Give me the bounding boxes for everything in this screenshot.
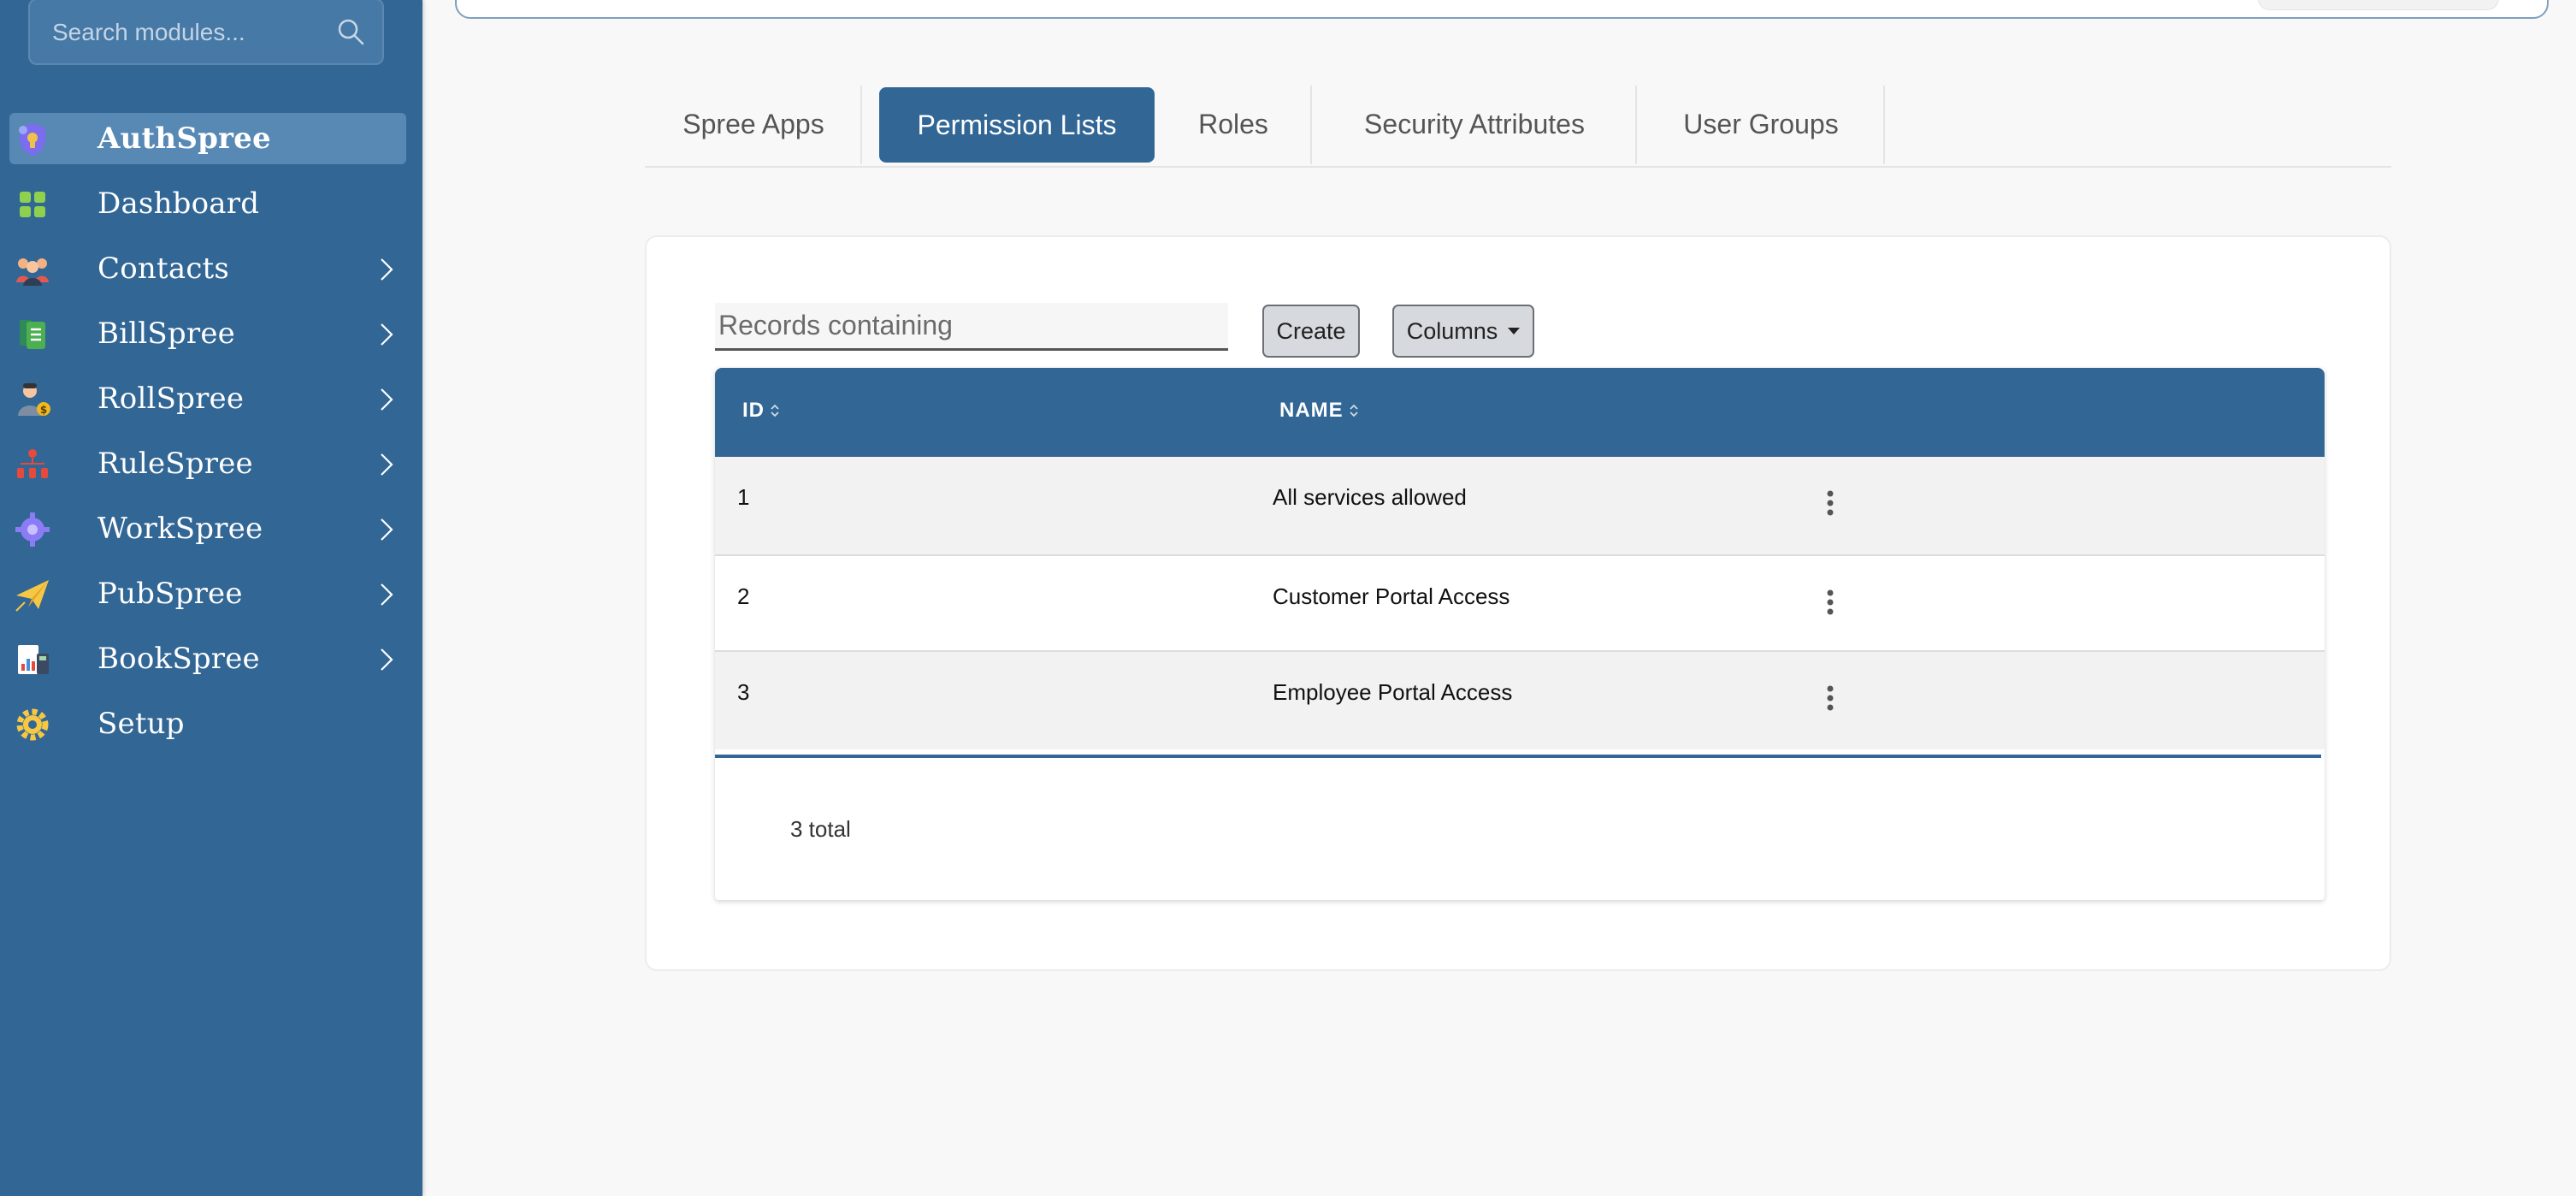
cell-name: Customer Portal Access [1273,583,1510,609]
column-header-id[interactable]: ID [742,399,780,423]
permission-lists-table: ID NAME 1 All services allowed 2 Custome… [715,368,2325,900]
cell-id: 1 [737,484,750,510]
total-count: 3 total [790,816,851,842]
header-card [455,0,2549,19]
sidebar-item-label: Dashboard [97,187,260,221]
table-row[interactable]: 2 Customer Portal Access [715,554,2325,652]
tab-divider [860,86,862,164]
tab-divider [1883,86,1885,164]
caret-down-icon [1508,328,1521,335]
sidebar-item-label: Setup [97,707,185,741]
sidebar-item-bookspree[interactable]: BookSpree [9,633,406,684]
sidebar-item-workspree[interactable]: WorkSpree [9,503,406,554]
more-vertical-icon[interactable] [1825,684,1835,712]
column-header-label: NAME [1279,399,1344,422]
sidebar: AuthSpree Dashboard Contacts [0,0,422,1196]
tab-label: Permission Lists [917,109,1117,140]
search-input[interactable] [50,0,345,65]
tab-spree-apps[interactable]: Spree Apps [645,84,862,164]
tab-label: Spree Apps [682,108,824,139]
chevron-right-icon[interactable] [379,322,394,347]
paper-plane-icon [15,580,49,612]
sidebar-item-label: BillSpree [97,317,235,351]
chevron-right-icon[interactable] [379,517,394,542]
sort-icon [1350,404,1358,417]
shield-lock-icon [19,123,45,156]
cell-id: 2 [737,583,750,609]
worker-payroll-icon: $ [18,383,50,416]
table-row[interactable]: 3 Employee Portal Access [715,652,2325,749]
dashboard-grid-icon [20,192,45,217]
table-header: ID NAME [715,368,2325,457]
sidebar-item-label: PubSpree [97,577,243,611]
sidebar-item-rulespree[interactable]: RuleSpree [9,438,406,489]
module-search[interactable] [28,0,384,65]
sort-icon [771,404,779,417]
ledger-calculator-icon [18,645,49,674]
column-header-name[interactable]: NAME [1279,399,1359,423]
table-footer-divider [715,755,2321,758]
tab-security-attributes[interactable]: Security Attributes [1312,84,1637,164]
search-icon[interactable] [336,17,365,46]
cell-id: 3 [737,679,750,705]
column-header-label: ID [742,399,765,422]
tab-roles[interactable]: Roles [1155,84,1312,164]
tab-label: User Groups [1683,108,1839,139]
tab-label: Roles [1198,108,1268,139]
sidebar-item-label: BookSpree [97,642,260,676]
columns-dropdown-button[interactable]: Columns [1392,305,1534,358]
chevron-right-icon[interactable] [379,257,394,282]
workflow-gear-icon [15,512,50,547]
hierarchy-rules-icon [17,449,48,478]
header-control[interactable] [2258,0,2499,10]
chevron-right-icon[interactable] [379,582,394,607]
sidebar-item-dashboard[interactable]: Dashboard [9,178,406,229]
more-vertical-icon[interactable] [1825,489,1835,517]
chevron-right-icon[interactable] [379,452,394,477]
sidebar-item-rollspree[interactable]: $ RollSpree [9,373,406,424]
people-group-icon [16,258,49,286]
sidebar-item-label: RuleSpree [97,447,253,481]
sidebar-item-label: RollSpree [97,382,245,416]
gear-icon [16,708,49,741]
sidebar-item-setup[interactable]: Setup [9,698,406,749]
sidebar-item-label: Contacts [97,252,230,286]
chevron-right-icon[interactable] [379,387,394,412]
columns-button-label: Columns [1406,317,1498,344]
records-filter-input[interactable] [715,303,1228,351]
cell-name: All services allowed [1273,484,1467,510]
invoice-document-icon [20,320,45,349]
create-button[interactable]: Create [1262,305,1360,358]
sidebar-item-label: AuthSpree [97,121,271,156]
sidebar-item-label: WorkSpree [97,512,263,546]
tab-user-groups[interactable]: User Groups [1637,84,1885,164]
tab-permission-lists[interactable]: Permission Lists [879,87,1155,163]
sidebar-item-billspree[interactable]: BillSpree [9,308,406,359]
sidebar-item-authspree[interactable]: AuthSpree [9,113,406,164]
tab-bar: Spree Apps Permission Lists Roles Securi… [645,84,2391,168]
tab-label: Security Attributes [1364,108,1585,139]
cell-name: Employee Portal Access [1273,679,1513,705]
create-button-label: Create [1276,317,1346,344]
svg-text:$: $ [40,404,47,416]
sidebar-item-contacts[interactable]: Contacts [9,243,406,294]
more-vertical-icon[interactable] [1825,589,1835,616]
sidebar-item-pubspree[interactable]: PubSpree [9,568,406,619]
chevron-right-icon[interactable] [379,647,394,672]
table-row[interactable]: 1 All services allowed [715,457,2325,554]
